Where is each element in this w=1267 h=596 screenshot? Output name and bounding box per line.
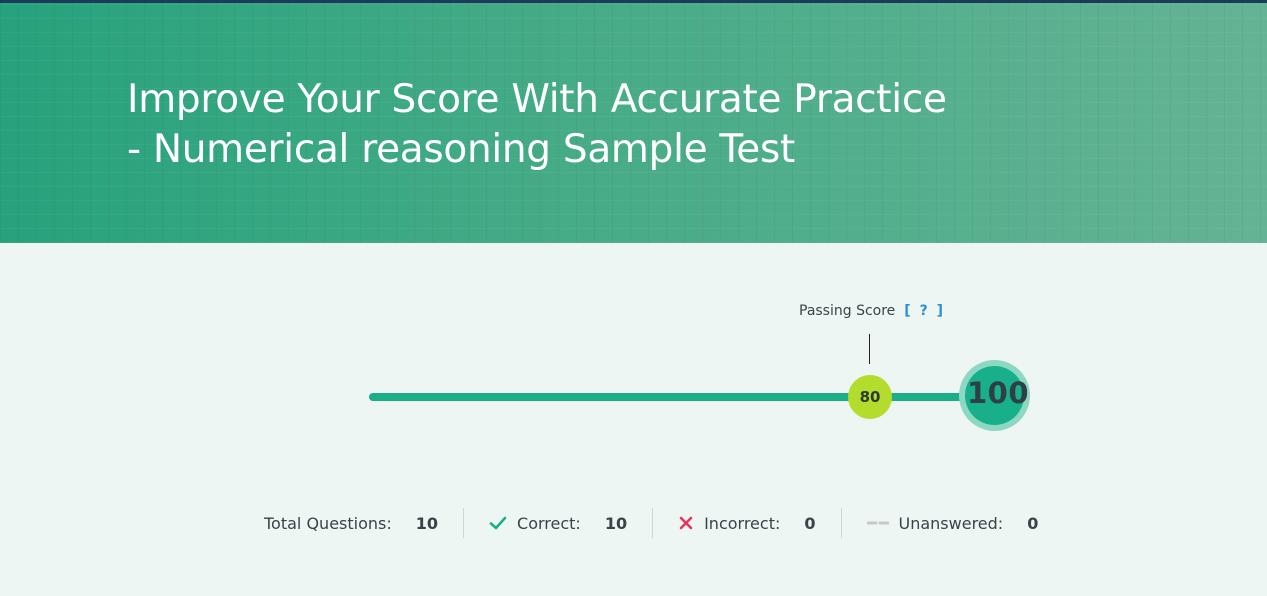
passing-score-value: 80: [859, 388, 881, 406]
user-score-value: 100: [966, 376, 1030, 410]
stat-total: Total Questions: 10: [264, 514, 438, 533]
stat-divider: [652, 508, 654, 538]
stat-unanswered-label: Unanswered:: [898, 513, 1004, 533]
stat-divider: [840, 508, 842, 538]
page-title-line-1: Improve Your Score With Accurate Practic…: [127, 77, 947, 122]
stat-total-value: 10: [415, 513, 439, 533]
page-title: Improve Your Score With Accurate Practic…: [127, 75, 987, 175]
passing-score-marker: 80: [848, 375, 892, 419]
results-panel: [0, 243, 1267, 596]
stat-divider: [463, 508, 465, 538]
results-summary: Total Questions: 10 Correct: 10 Incorrec…: [264, 508, 1038, 538]
stat-correct: Correct: 10: [489, 514, 627, 533]
stat-correct-value: 10: [604, 513, 628, 533]
page-title-line-2: - Numerical reasoning Sample Test: [127, 127, 795, 172]
passing-score-tick: [869, 334, 870, 364]
check-icon: [489, 515, 507, 531]
passing-score-text: Passing Score: [799, 303, 896, 319]
stat-incorrect-label: Incorrect:: [704, 513, 781, 533]
cross-icon: [678, 515, 694, 531]
stat-total-label: Total Questions:: [264, 513, 392, 533]
stat-incorrect: Incorrect: 0: [678, 513, 816, 533]
dash-icon: [866, 520, 889, 526]
stat-unanswered: Unanswered: 0: [866, 513, 1039, 533]
score-track: [369, 393, 989, 401]
hero-banner: Improve Your Score With Accurate Practic…: [0, 3, 1267, 243]
passing-score-help-link[interactable]: [ ? ]: [904, 303, 945, 319]
stat-correct-label: Correct:: [517, 513, 581, 533]
stat-incorrect-value: 0: [804, 513, 816, 533]
stat-unanswered-value: 0: [1027, 513, 1039, 533]
passing-score-label: Passing Score [ ? ]: [799, 303, 945, 319]
